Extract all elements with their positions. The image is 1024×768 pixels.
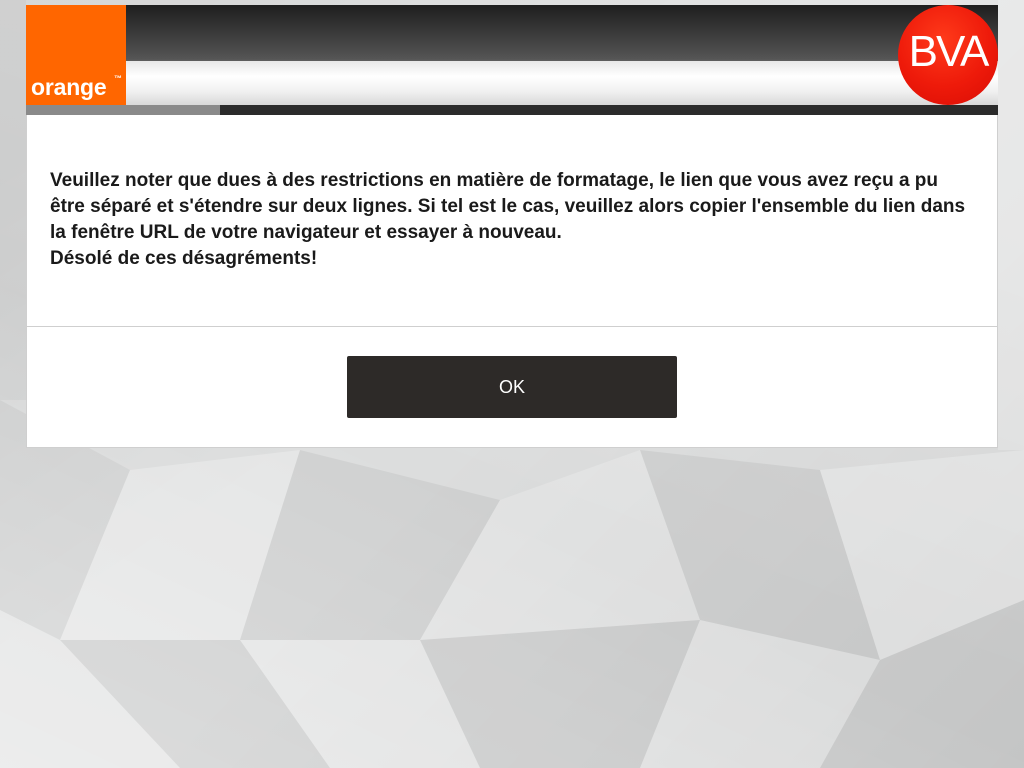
message-text: Veuillez noter que dues à des restrictio… (50, 168, 974, 272)
message-apology: Désolé de ces désagréments! (50, 248, 318, 269)
message-body: Veuillez noter que dues à des restrictio… (50, 170, 966, 243)
ok-button[interactable]: OK (347, 356, 677, 418)
bva-logo-text: BVA (908, 27, 990, 76)
header-banner: orange ™ BVA (26, 5, 998, 105)
progress-bar-fill (26, 105, 221, 115)
orange-logo: orange ™ (26, 5, 126, 105)
progress-bar (26, 105, 998, 115)
button-panel: OK (26, 326, 998, 448)
message-panel: Veuillez noter que dues à des restrictio… (26, 115, 998, 326)
survey-card: orange ™ BVA Veuillez noter que dues à d… (26, 5, 998, 448)
orange-logo-text: orange (31, 74, 107, 100)
bva-logo: BVA (898, 5, 998, 105)
orange-logo-trademark: ™ (114, 74, 122, 83)
